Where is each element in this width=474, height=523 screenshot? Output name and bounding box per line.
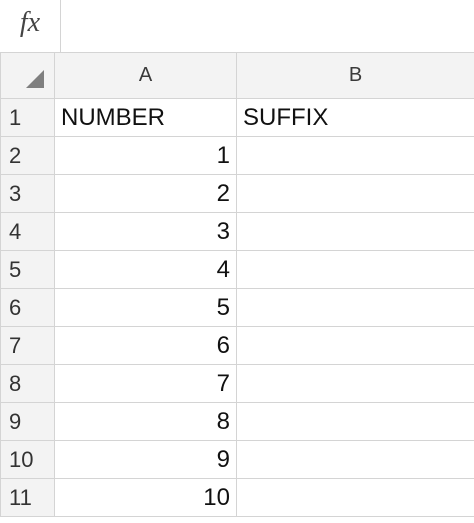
table-row: 10 9 bbox=[0, 440, 474, 479]
select-all-triangle-icon bbox=[26, 70, 44, 88]
table-row: 1 NUMBER SUFFIX bbox=[0, 98, 474, 137]
select-all-button[interactable] bbox=[0, 52, 55, 99]
cell-b3[interactable] bbox=[236, 174, 474, 213]
row-header[interactable]: 6 bbox=[0, 288, 55, 327]
table-row: 87 bbox=[0, 364, 474, 403]
cell-b4[interactable] bbox=[236, 212, 474, 251]
cell-b8[interactable] bbox=[236, 364, 474, 403]
row-header[interactable]: 1 bbox=[0, 98, 55, 137]
cell-b7[interactable] bbox=[236, 326, 474, 365]
row-header[interactable]: 3 bbox=[0, 174, 55, 213]
row-header[interactable]: 2 bbox=[0, 136, 55, 175]
cell-b1[interactable]: SUFFIX bbox=[236, 98, 474, 137]
row-header[interactable]: 5 bbox=[0, 250, 55, 289]
row-header[interactable]: 7 bbox=[0, 326, 55, 365]
insert-function-button[interactable]: fx bbox=[0, 0, 61, 52]
row-header[interactable]: 9 bbox=[0, 402, 55, 441]
cell-b2[interactable] bbox=[236, 136, 474, 175]
column-header-row: A B bbox=[0, 52, 474, 99]
cell-b11[interactable] bbox=[236, 478, 474, 517]
cell-a9[interactable]: 8 bbox=[54, 402, 237, 441]
row-header[interactable]: 11 bbox=[0, 478, 55, 517]
table-row: 11 10 bbox=[0, 478, 474, 517]
row-header[interactable]: 8 bbox=[0, 364, 55, 403]
table-row: 65 bbox=[0, 288, 474, 327]
row-header[interactable]: 10 bbox=[0, 440, 55, 479]
table-row: 43 bbox=[0, 212, 474, 251]
spreadsheet-grid: A B 1 NUMBER SUFFIX 2 1 3 2 4 3 5 4 6 5 7 6 8 7 9 8 10 9 11 10 bbox=[0, 52, 474, 517]
table-row: 54 bbox=[0, 250, 474, 289]
cell-b5[interactable] bbox=[236, 250, 474, 289]
cell-a7[interactable]: 6 bbox=[54, 326, 237, 365]
cell-a3[interactable]: 2 bbox=[54, 174, 237, 213]
cell-a10[interactable]: 9 bbox=[54, 440, 237, 479]
cell-b9[interactable] bbox=[236, 402, 474, 441]
row-header[interactable]: 4 bbox=[0, 212, 55, 251]
fx-icon: fx bbox=[19, 7, 41, 38]
cell-a8[interactable]: 7 bbox=[54, 364, 237, 403]
table-row: 32 bbox=[0, 174, 474, 213]
cell-a6[interactable]: 5 bbox=[54, 288, 237, 327]
table-row: 76 bbox=[0, 326, 474, 365]
cell-a2[interactable]: 1 bbox=[54, 136, 237, 175]
column-header-a[interactable]: A bbox=[54, 52, 237, 99]
cell-a11[interactable]: 10 bbox=[54, 478, 237, 517]
formula-bar: fx bbox=[0, 0, 474, 53]
cell-a5[interactable]: 4 bbox=[54, 250, 237, 289]
cell-b6[interactable] bbox=[236, 288, 474, 327]
cell-a4[interactable]: 3 bbox=[54, 212, 237, 251]
column-header-b[interactable]: B bbox=[236, 52, 474, 99]
cell-b10[interactable] bbox=[236, 440, 474, 479]
table-row: 21 bbox=[0, 136, 474, 175]
cell-a1[interactable]: NUMBER bbox=[54, 98, 237, 137]
table-row: 98 bbox=[0, 402, 474, 441]
